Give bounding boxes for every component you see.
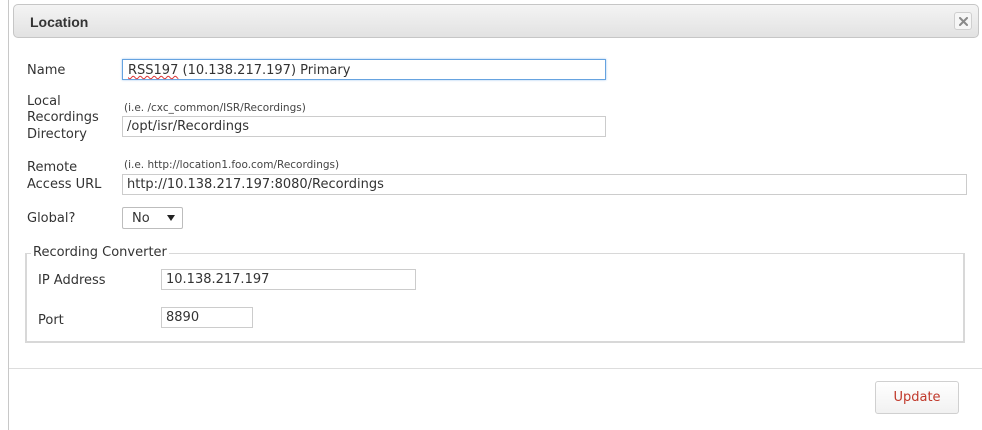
chevron-down-icon bbox=[167, 215, 175, 221]
local-dir-hint: (i.e. /cxc_common/ISR/Recordings) bbox=[124, 102, 306, 114]
footer-divider bbox=[9, 368, 982, 369]
name-value-rest: (10.138.217.197) Primary bbox=[178, 63, 351, 78]
global-selected-value: No bbox=[132, 211, 150, 226]
close-icon bbox=[958, 16, 968, 26]
local-dir-label-line3: Directory bbox=[27, 127, 87, 142]
remote-url-label-line2: Access URL bbox=[27, 177, 102, 192]
recording-converter-group bbox=[25, 253, 965, 343]
name-value-misspelled: RSS197 bbox=[128, 63, 179, 78]
global-select[interactable]: No bbox=[122, 207, 183, 229]
remote-url-label-line1: Remote bbox=[27, 160, 78, 175]
port-input[interactable] bbox=[161, 307, 253, 328]
local-dir-input[interactable] bbox=[122, 116, 606, 137]
local-dir-label-line1: Local bbox=[27, 94, 61, 109]
remote-url-input[interactable] bbox=[122, 174, 967, 195]
ip-address-label: IP Address bbox=[38, 273, 106, 288]
local-dir-label-line2: Recordings bbox=[27, 110, 99, 125]
close-button[interactable] bbox=[954, 12, 972, 30]
name-label: Name bbox=[27, 63, 66, 78]
dialog-title: Location bbox=[30, 14, 89, 30]
port-label: Port bbox=[38, 313, 64, 328]
dialog-titlebar: Location bbox=[13, 4, 979, 38]
global-label: Global? bbox=[27, 211, 76, 226]
location-dialog: Location Name RSS197 (10.138.217.197) Pr… bbox=[8, 0, 982, 430]
update-button[interactable]: Update bbox=[875, 381, 959, 414]
recording-converter-legend: Recording Converter bbox=[31, 245, 169, 260]
name-input[interactable]: RSS197 (10.138.217.197) Primary bbox=[122, 59, 606, 80]
remote-url-hint: (i.e. http://location1.foo.com/Recording… bbox=[124, 159, 340, 171]
ip-address-input[interactable] bbox=[161, 269, 416, 290]
